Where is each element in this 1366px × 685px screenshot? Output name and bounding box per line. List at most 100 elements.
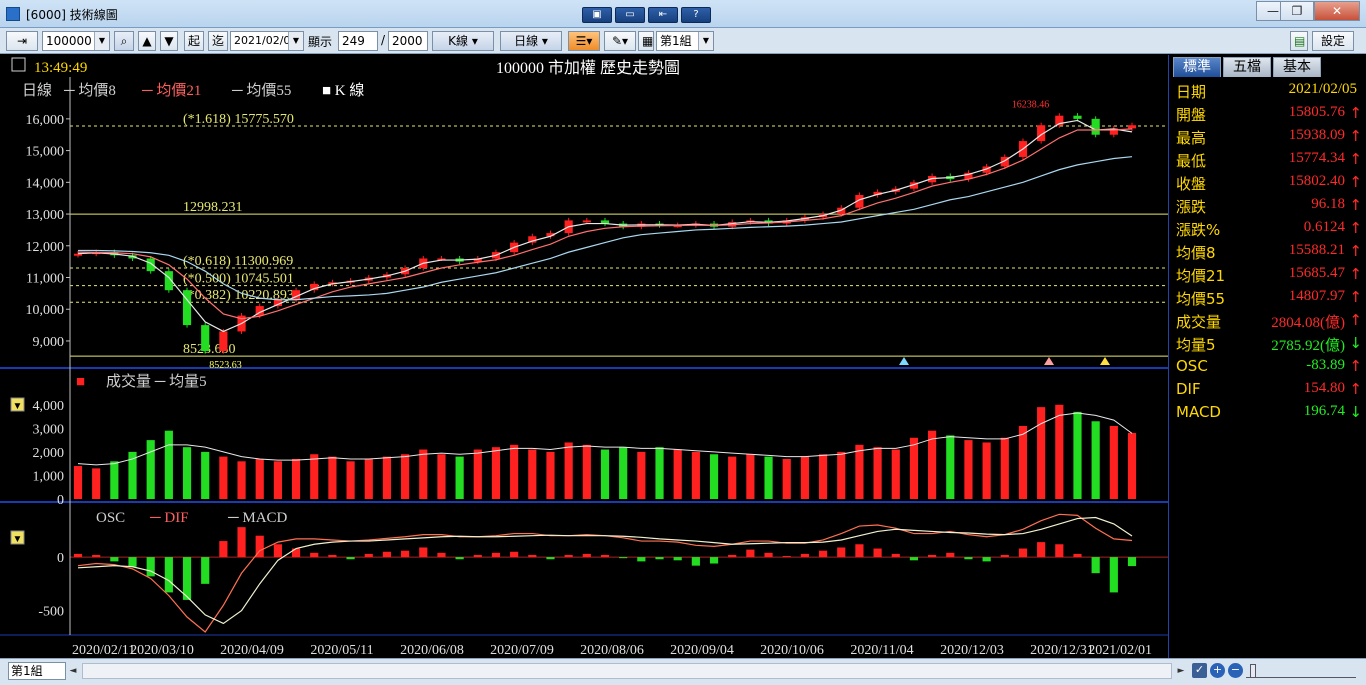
quote-label: MACD (1176, 403, 1221, 421)
dock-button[interactable]: ⇤ (648, 7, 678, 23)
quote-label: 最低 (1176, 152, 1207, 170)
volume-bar (401, 454, 410, 499)
tab-basic[interactable]: 基本 (1273, 57, 1321, 77)
horizontal-scrollbar[interactable] (82, 663, 1172, 679)
quote-label: 漲跌% (1176, 221, 1221, 239)
tab-five-level[interactable]: 五檔 (1223, 57, 1271, 77)
draw-icon[interactable]: ✎▾ (604, 31, 636, 51)
volume-bar (709, 454, 719, 499)
up-arrow-icon: ↑ (1349, 242, 1362, 260)
volume-bar (310, 454, 319, 499)
x-tick-label: 2020/09/04 (670, 643, 734, 658)
macd-tick-label: 0 (57, 551, 64, 566)
up-arrow-icon[interactable]: ▲ (138, 31, 156, 51)
volume-bar (437, 454, 446, 499)
quote-value: 15802.40 (1288, 173, 1345, 189)
grid-icon[interactable]: ▦ (638, 31, 654, 51)
settings-button[interactable]: 設定 (1312, 31, 1354, 51)
chart-grid (0, 367, 1168, 636)
volume-bar (855, 444, 864, 499)
osc-bar (637, 557, 646, 562)
toolbar: ⇥ 100000 ▼ ⌕ ▲ ▼ 起 迄 2021/02/05 ▼ 顯示 249 /… (0, 28, 1366, 54)
end-button[interactable]: 迄 (208, 31, 228, 51)
volume-bar (946, 435, 955, 499)
max-count-input[interactable]: 2000 (388, 31, 428, 51)
volume-bars (73, 404, 1137, 499)
kline-dropdown[interactable]: K線 ▾ (432, 31, 494, 51)
up-arrow-icon: ↑ (1349, 219, 1362, 237)
maximize-button[interactable]: ❐ (1280, 1, 1314, 21)
x-tick-label: 2020/06/08 (400, 643, 464, 658)
macd-line (77, 516, 1133, 625)
volume-bar (691, 451, 700, 499)
period-dropdown[interactable]: 日線 ▾ (500, 31, 562, 51)
zoom-slider[interactable] (1246, 664, 1356, 678)
layout-button[interactable]: ▣ (582, 7, 612, 23)
help-button[interactable]: ? (681, 7, 711, 23)
chart-area[interactable]: (*1.618) 15775.570 12998.231 (*0.618) 1130… (0, 55, 1168, 658)
quote-tabs: 標準 五檔 基本 (1169, 57, 1366, 77)
quote-row: 均量5 2785.92(億) ↓ (1169, 332, 1366, 355)
clock-icon (11, 57, 26, 72)
osc-bar (582, 553, 591, 558)
volume-legend-item: ■ (76, 374, 85, 390)
quote-value: 2785.92(億) (1271, 338, 1345, 354)
quote-value: 196.74 (1303, 403, 1345, 419)
x-tick-label: 2020/12/03 (940, 643, 1004, 658)
date-select[interactable]: 2021/02/05 ▼ (230, 31, 304, 51)
volume-bar (291, 458, 301, 499)
quote-value: 15774.34 (1288, 150, 1345, 166)
tab-standard[interactable]: 標準 (1173, 57, 1221, 77)
chart-canvas[interactable]: (*1.618) 15775.570 12998.231 (*0.618) 1130… (0, 55, 1168, 658)
volume-bar (182, 447, 192, 499)
scroll-left-icon[interactable]: ◄ (66, 663, 80, 679)
search-icon[interactable]: ⌕ (114, 31, 134, 51)
start-button[interactable]: 起 (184, 31, 204, 51)
up-arrow-icon: ↑ (1349, 265, 1362, 283)
close-button[interactable]: ✕ (1314, 1, 1360, 21)
chevron-down-icon: ▼ (288, 32, 303, 50)
status-bar: 第1組 ◄ ► ✓ + − (0, 658, 1366, 685)
volume-bar (1000, 437, 1009, 499)
up-arrow-icon: ↑ (1349, 104, 1362, 122)
price-legend-item: ─ 均價55 (231, 82, 291, 99)
display-label: 顯示 (308, 35, 333, 49)
quote-row: MACD 196.74 ↓ (1169, 401, 1366, 424)
up-arrow-icon: ↑ (1349, 173, 1362, 191)
osc-bar (1091, 557, 1100, 574)
volume-bar (546, 451, 555, 499)
volume-bar (146, 440, 155, 499)
osc-bar (346, 557, 355, 560)
quote-value: -83.89 (1306, 357, 1345, 373)
price-tick-label: 12,000 (26, 240, 65, 255)
checkbox-icon[interactable]: ✓ (1192, 663, 1207, 678)
quote-row: 收盤 15802.40 ↑ (1169, 171, 1366, 194)
indicator-icon[interactable]: ☰▾ (568, 31, 600, 51)
scroll-right-icon[interactable]: ► (1174, 663, 1188, 679)
quote-label: 均量5 (1176, 336, 1216, 354)
osc-bar (1055, 544, 1064, 558)
group-select-bottom[interactable]: 第1組 (8, 662, 66, 680)
zoom-out-icon[interactable]: − (1228, 663, 1243, 678)
window-button[interactable]: ▭ (615, 7, 645, 23)
fib-label: 12998.231 (183, 200, 243, 215)
quote-label: DIF (1176, 380, 1201, 398)
symbol-select[interactable]: 100000 ▼ (42, 31, 110, 51)
display-count-input[interactable]: 249 (338, 31, 378, 51)
link-arrow-icon[interactable]: ⇥ (6, 31, 38, 51)
excel-icon[interactable]: ▤ (1290, 31, 1308, 51)
quote-label: 均價55 (1176, 290, 1226, 308)
volume-bar (891, 449, 900, 499)
quote-label: OSC (1176, 357, 1208, 375)
osc-bar (219, 541, 228, 558)
quote-row: 漲跌 96.18 ↑ (1169, 194, 1366, 217)
group-select[interactable]: 第1組 ▼ (656, 31, 714, 51)
down-arrow-icon[interactable]: ▼ (160, 31, 178, 51)
osc-bar (273, 544, 282, 558)
osc-bar (146, 557, 155, 577)
zoom-in-icon[interactable]: + (1210, 663, 1225, 678)
candle (201, 325, 210, 352)
price-tick-label: 10,000 (26, 303, 65, 318)
quote-row: 開盤 15805.76 ↑ (1169, 102, 1366, 125)
zoom-slider-knob[interactable] (1250, 664, 1256, 678)
